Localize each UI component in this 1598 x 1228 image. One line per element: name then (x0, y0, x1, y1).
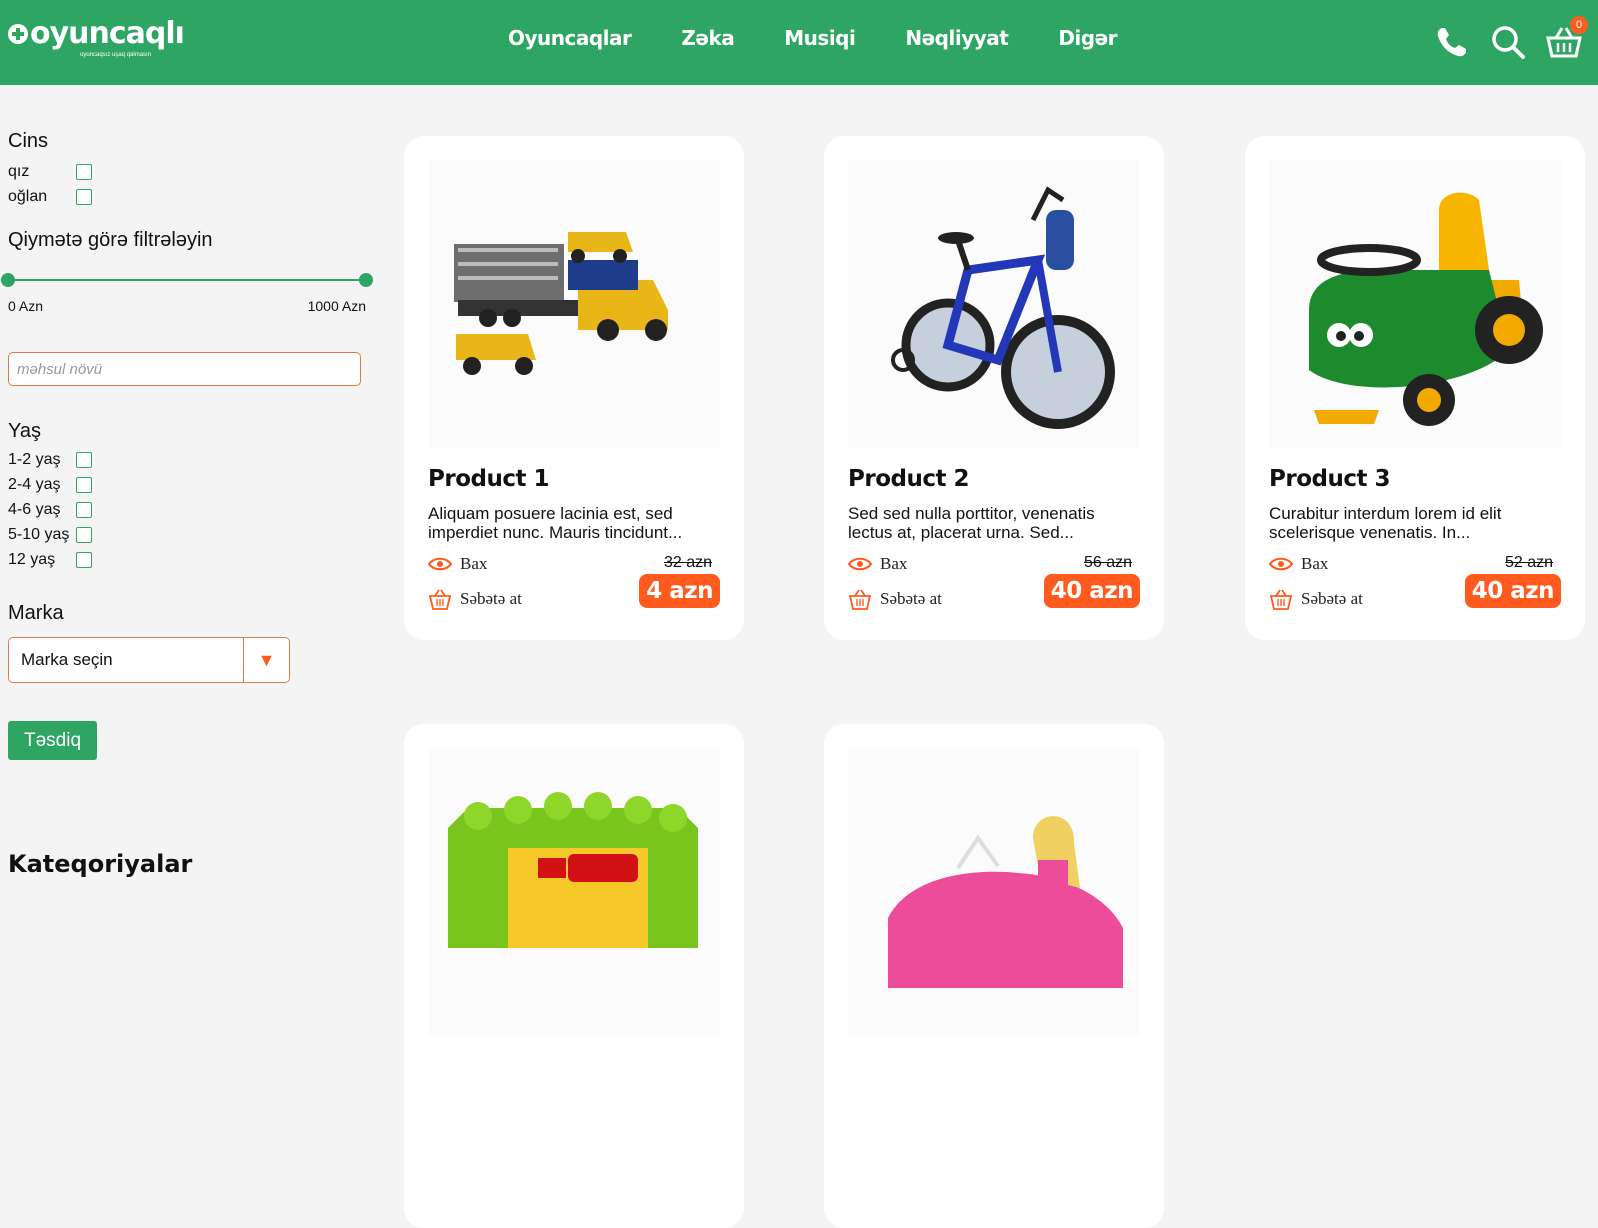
add-to-cart-button[interactable]: Səbətə at (1269, 588, 1363, 610)
old-price: 32 azn (663, 554, 712, 571)
age-checkbox[interactable] (76, 551, 92, 568)
product-card[interactable]: Product 3 Curabitur interdum lorem id el… (1245, 136, 1585, 640)
gender-checkbox[interactable] (76, 163, 92, 180)
product-name[interactable]: Product 3 (1269, 466, 1390, 492)
logo-cross-icon (8, 24, 28, 44)
product-card[interactable] (824, 724, 1164, 1228)
view-button[interactable]: Bax (848, 554, 907, 574)
product-image-truck[interactable] (428, 160, 720, 448)
age-option[interactable]: 4-6 yaş (8, 497, 368, 522)
brand-select-value: Marka seçin (21, 650, 113, 669)
age-label: 5-10 yaş (8, 525, 70, 543)
main-nav: Oyuncaqlar Zəka Musiqi Nəqliyyat Digər (508, 26, 1167, 50)
view-label: Bax (880, 554, 908, 573)
age-checkbox[interactable] (76, 451, 92, 468)
price-min-label: 0 Azn (8, 298, 44, 314)
eye-icon (428, 557, 452, 571)
gender-title: Cins (8, 130, 49, 152)
age-label: 1-2 yaş (8, 450, 61, 468)
age-option[interactable]: 2-4 yaş (8, 472, 368, 497)
product-name[interactable]: Product 1 (428, 466, 549, 492)
confirm-button[interactable]: Təsdiq (8, 721, 97, 760)
age-option[interactable]: 5-10 yaş (8, 522, 368, 547)
gender-label: oğlan (8, 187, 48, 205)
age-option[interactable]: 12 yaş (8, 547, 368, 572)
basket-icon[interactable]: 0 (1544, 16, 1588, 62)
add-to-cart-label: Səbətə at (1301, 589, 1363, 608)
nav-item-other[interactable]: Digər (1058, 26, 1117, 50)
view-label: Bax (460, 554, 488, 573)
age-option[interactable]: 1-2 yaş (8, 447, 368, 472)
product-card[interactable]: Product 1 Aliquam posuere lacinia est, s… (404, 136, 744, 640)
cart-count-badge: 0 (1570, 16, 1588, 34)
view-label: Bax (1301, 554, 1329, 573)
chevron-down-icon[interactable]: ▼ (243, 638, 289, 682)
price-max-label: 1000 Azn (307, 298, 366, 314)
price-badge: 40 azn (1043, 574, 1140, 608)
phone-icon[interactable] (1432, 22, 1472, 62)
gender-checkbox[interactable] (76, 188, 92, 205)
age-checkbox[interactable] (76, 526, 92, 543)
age-title: Yaş (8, 420, 41, 442)
slider-track (8, 279, 366, 281)
add-to-cart-label: Səbətə at (880, 589, 942, 608)
product-image-ride-on-tractor[interactable] (1269, 160, 1561, 448)
product-card[interactable]: Product 2 Sed sed nulla porttitor, venen… (824, 136, 1164, 640)
brand-title: Marka (8, 602, 64, 624)
age-label: 12 yaş (8, 550, 56, 568)
price-badge: 40 azn (1464, 574, 1561, 608)
brand-select[interactable]: Marka seçin ▼ (8, 637, 290, 683)
product-image-bicycle[interactable] (848, 160, 1140, 448)
site-header: oyuncaqlı oyuncaqsız uşaq qalmasın Oyunc… (0, 0, 1598, 85)
eye-icon (1269, 557, 1293, 571)
view-button[interactable]: Bax (428, 554, 487, 574)
filter-sidebar: Cins qız oğlan Qiymətə görə filtrələyin … (1, 130, 373, 878)
price-filter-title: Qiymətə görə filtrələyin (8, 229, 213, 251)
age-checkbox[interactable] (76, 501, 92, 518)
price-range-slider[interactable] (1, 270, 373, 290)
product-description: Curabitur interdum lorem id elit sceleri… (1269, 504, 1502, 542)
gender-option-boy[interactable]: oğlan (8, 184, 368, 209)
view-button[interactable]: Bax (1269, 554, 1328, 574)
product-type-input[interactable] (8, 352, 361, 386)
logo[interactable]: oyuncaqlı oyuncaqsız uşaq qalmasın (8, 16, 185, 58)
slider-min-handle[interactable] (1, 273, 15, 287)
product-card[interactable] (404, 724, 744, 1228)
old-price: 52 azn (1504, 554, 1553, 571)
product-image-doll-car[interactable] (848, 748, 1140, 1036)
eye-icon (848, 557, 872, 571)
add-to-cart-button[interactable]: Səbətə at (848, 588, 942, 610)
product-description: Aliquam posuere lacinia est, sed imperdi… (428, 504, 683, 542)
logo-text: oyuncaqlı (30, 16, 185, 51)
basket-icon (1269, 589, 1293, 610)
product-name[interactable]: Product 2 (848, 466, 969, 492)
add-to-cart-label: Səbətə at (460, 589, 522, 608)
gender-label: qız (8, 162, 30, 180)
search-icon[interactable] (1488, 22, 1528, 62)
add-to-cart-button[interactable]: Səbətə at (428, 588, 522, 610)
basket-icon (428, 589, 452, 610)
slider-max-handle[interactable] (359, 273, 373, 287)
logo-tagline: oyuncaqsız uşaq qalmasın (80, 52, 152, 58)
age-checkbox[interactable] (76, 476, 92, 493)
basket-icon (848, 589, 872, 610)
categories-title: Kateqoriyalar (8, 850, 193, 878)
age-label: 4-6 yaş (8, 500, 61, 518)
nav-item-transport[interactable]: Nəqliyyat (905, 26, 1008, 50)
nav-item-music[interactable]: Musiqi (784, 26, 856, 50)
product-image-duplo-box[interactable] (428, 748, 720, 1036)
price-badge: 4 azn (639, 574, 720, 608)
nav-item-intellect[interactable]: Zəka (681, 26, 734, 50)
gender-option-girl[interactable]: qız (8, 159, 368, 184)
nav-item-toys[interactable]: Oyuncaqlar (508, 26, 632, 50)
product-description: Sed sed nulla porttitor, venenatis lectu… (848, 504, 1095, 542)
old-price: 56 azn (1083, 554, 1132, 571)
age-label: 2-4 yaş (8, 475, 61, 493)
